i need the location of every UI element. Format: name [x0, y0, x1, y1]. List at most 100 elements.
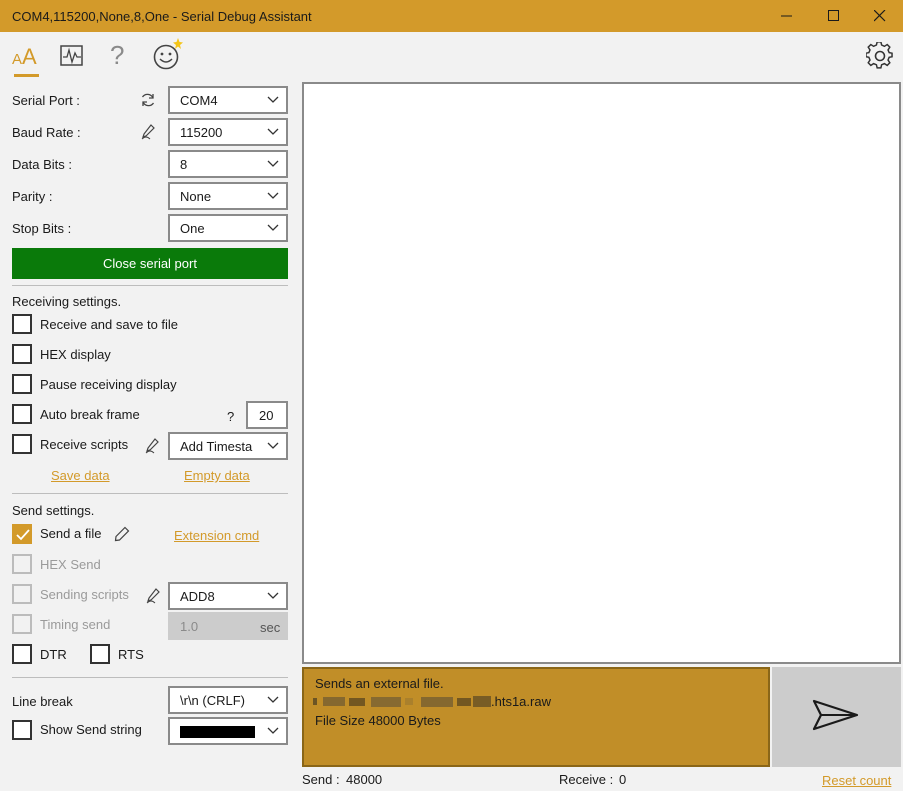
send-text-area[interactable]: Sends an external file. .hts1a.raw File … [302, 667, 770, 767]
timing-send-checkbox[interactable] [12, 614, 32, 634]
auto-break-help[interactable]: ? [227, 409, 234, 424]
auto-break-timeout-input[interactable]: 20 [246, 401, 288, 429]
baud-rate-value: 115200 [180, 125, 223, 140]
checkmark-icon [16, 529, 30, 541]
parity-label: Parity : [12, 189, 53, 204]
receive-text-area[interactable] [302, 82, 901, 664]
show-send-string-checkbox[interactable] [12, 720, 32, 740]
send-file-name: .hts1a.raw [491, 694, 551, 709]
chevron-down-icon [267, 696, 279, 703]
sending-scripts-label: Sending scripts [40, 587, 129, 602]
divider [12, 493, 288, 494]
close-serial-port-button[interactable]: Close serial port [12, 248, 288, 279]
send-info-line-1: Sends an external file. [315, 676, 444, 691]
receiving-settings-header: Receiving settings. [12, 294, 122, 309]
show-send-string-label: Show Send string [40, 722, 142, 737]
settings-button[interactable] [860, 32, 900, 80]
save-to-file-checkbox[interactable] [12, 314, 32, 334]
stop-bits-select[interactable]: One [168, 214, 288, 242]
maximize-button[interactable] [811, 0, 857, 32]
chevron-down-icon [267, 96, 279, 103]
receive-scripts-select[interactable]: Add Timesta [168, 432, 288, 460]
hex-display-checkbox[interactable] [12, 344, 32, 364]
receive-count-value: 0 [619, 772, 627, 787]
auto-break-label: Auto break frame [40, 407, 140, 422]
timing-interval-value: 1.0 [180, 619, 199, 634]
save-data-link[interactable]: Save data [51, 468, 110, 483]
timing-send-label: Timing send [40, 617, 111, 632]
send-file-checkbox[interactable] [12, 524, 32, 544]
tab-about[interactable] [146, 32, 186, 80]
active-tab-indicator [14, 74, 39, 77]
hex-send-checkbox[interactable] [12, 554, 32, 574]
data-bits-value: 8 [180, 157, 188, 172]
chevron-down-icon [267, 727, 279, 734]
baud-rate-label: Baud Rate : [12, 125, 81, 140]
title-bar: COM4,115200,None,8,One - Serial Debug As… [0, 0, 903, 32]
redacted-path-image [313, 696, 491, 707]
close-icon [874, 10, 886, 22]
serial-port-label: Serial Port : [12, 93, 80, 108]
font-aa-icon: A A [12, 44, 37, 68]
data-bits-label: Data Bits : [12, 157, 72, 172]
chevron-down-icon [267, 224, 279, 231]
dtr-label: DTR [40, 647, 67, 662]
maximize-icon [828, 10, 839, 21]
chart-icon [60, 45, 83, 66]
rts-label: RTS [118, 647, 144, 662]
reset-count-link[interactable]: Reset count [822, 773, 891, 788]
divider [12, 285, 288, 286]
pause-display-checkbox[interactable] [12, 374, 32, 394]
gear-icon [866, 42, 893, 69]
baud-rate-select[interactable]: 115200 [168, 118, 288, 146]
refresh-icon[interactable] [140, 92, 156, 108]
line-break-select[interactable]: \r\n (CRLF) [168, 686, 288, 714]
stop-bits-value: One [180, 221, 205, 236]
sending-scripts-select[interactable]: ADD8 [168, 582, 288, 610]
receive-scripts-checkbox[interactable] [12, 434, 32, 454]
line-break-label: Line break [12, 694, 73, 709]
tab-text[interactable]: A A [3, 32, 43, 80]
send-count-value: 48000 [346, 772, 383, 787]
rts-checkbox[interactable] [90, 644, 110, 664]
send-info-line-3: File Size 48000 Bytes [315, 713, 441, 728]
serial-port-select[interactable]: COM4 [168, 86, 288, 114]
auto-break-checkbox[interactable] [12, 404, 32, 424]
dtr-checkbox[interactable] [12, 644, 32, 664]
serial-port-value: COM4 [180, 93, 218, 108]
toolbar: A A ? [0, 32, 903, 80]
parity-value: None [180, 189, 212, 204]
pause-display-label: Pause receiving display [40, 377, 177, 392]
edit-pen-icon[interactable] [145, 588, 161, 604]
pencil-icon[interactable] [114, 526, 130, 542]
sending-scripts-checkbox[interactable] [12, 584, 32, 604]
chevron-down-icon [267, 128, 279, 135]
send-button[interactable] [772, 667, 901, 767]
minimize-button[interactable] [764, 0, 810, 32]
divider [12, 677, 288, 678]
empty-data-link[interactable]: Empty data [184, 468, 250, 483]
timing-interval-input[interactable]: 1.0 sec [168, 612, 288, 640]
data-bits-select[interactable]: 8 [168, 150, 288, 178]
chevron-down-icon [267, 160, 279, 167]
line-break-value: \r\n (CRLF) [180, 693, 245, 708]
chevron-down-icon [267, 592, 279, 599]
svg-text:?: ? [110, 42, 124, 68]
smiley-new-icon [153, 38, 183, 70]
close-window-button[interactable] [857, 0, 903, 32]
tab-help[interactable]: ? [98, 32, 138, 80]
extension-cmd-link[interactable]: Extension cmd [174, 528, 259, 543]
edit-pen-icon[interactable] [144, 438, 160, 454]
edit-pen-icon[interactable] [140, 124, 156, 140]
hex-display-label: HEX display [40, 347, 111, 362]
send-settings-header: Send settings. [12, 503, 95, 518]
parity-select[interactable]: None [168, 182, 288, 210]
left-panel: Serial Port : COM4 Baud Rate : 115200 Da… [0, 80, 300, 791]
color-swatch [180, 726, 255, 738]
stop-bits-label: Stop Bits : [12, 221, 72, 236]
send-file-label: Send a file [40, 526, 102, 541]
chevron-down-icon [267, 192, 279, 199]
tab-chart[interactable] [52, 32, 92, 80]
receive-scripts-value: Add Timesta [180, 439, 253, 454]
send-string-color-select[interactable] [168, 717, 288, 745]
